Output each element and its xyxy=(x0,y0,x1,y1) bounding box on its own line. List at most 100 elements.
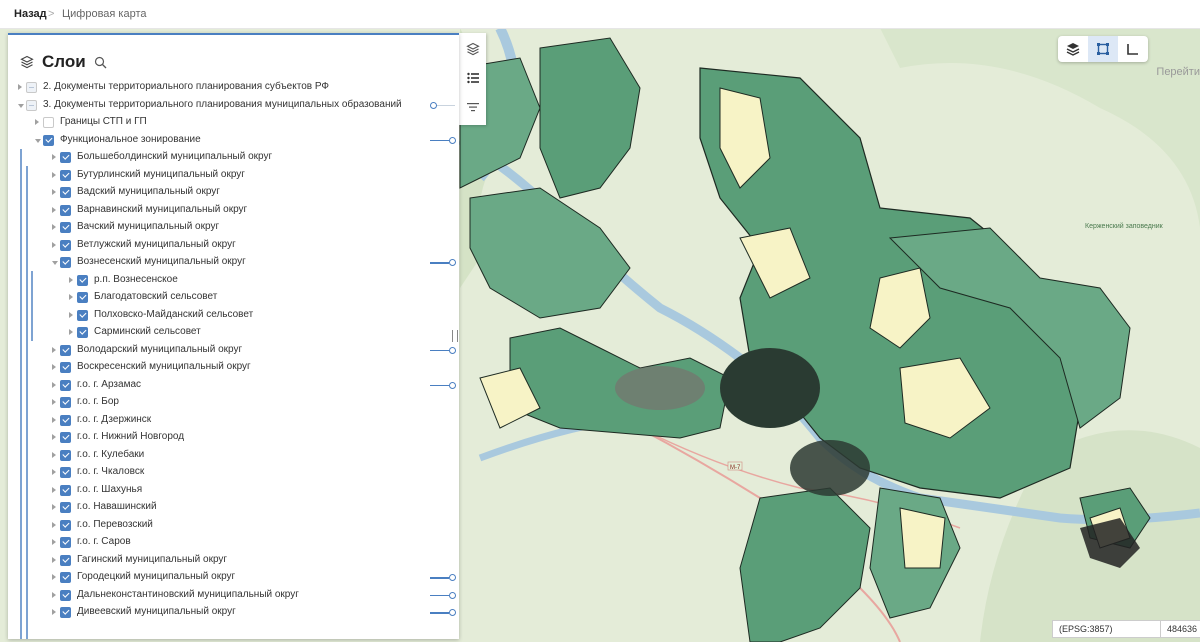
layer-checkbox[interactable] xyxy=(60,589,71,601)
layer-row[interactable]: Дивеевский муниципальный округ xyxy=(8,604,459,622)
opacity-slider[interactable] xyxy=(430,591,456,599)
expand-arrow-icon[interactable] xyxy=(52,399,56,405)
layer-row[interactable]: Городецкий муниципальный округ xyxy=(8,569,459,587)
expand-arrow-icon[interactable] xyxy=(18,84,22,90)
layer-search-button[interactable] xyxy=(94,56,107,69)
opacity-slider[interactable] xyxy=(430,101,456,109)
layer-checkbox[interactable] xyxy=(60,344,71,356)
layer-checkbox[interactable] xyxy=(43,117,54,128)
expand-arrow-icon[interactable] xyxy=(52,206,56,213)
layer-row[interactable]: Володарский муниципальный округ xyxy=(8,342,459,360)
layer-checkbox[interactable] xyxy=(77,292,88,303)
expand-arrow-icon[interactable] xyxy=(52,346,56,353)
layer-row[interactable]: г.о. г. Кулебаки xyxy=(8,447,459,465)
expand-arrow-icon[interactable] xyxy=(52,241,56,248)
slider-knob[interactable] xyxy=(449,591,456,599)
expand-arrow-icon[interactable] xyxy=(52,416,56,423)
layer-checkbox[interactable] xyxy=(77,309,88,321)
expand-arrow-icon[interactable] xyxy=(35,119,39,125)
collapse-arrow-icon[interactable] xyxy=(18,103,24,108)
layer-checkbox[interactable] xyxy=(60,187,71,198)
layer-checkbox[interactable] xyxy=(60,379,71,391)
layer-row[interactable]: г.о. г. Арзамас xyxy=(8,377,459,395)
layer-row[interactable]: Вадский муниципальный округ xyxy=(8,184,459,202)
expand-arrow-icon[interactable] xyxy=(52,364,56,370)
layer-checkbox[interactable] xyxy=(43,134,54,146)
layer-checkbox[interactable] xyxy=(60,502,71,513)
layer-row[interactable]: 3. Документы территориального планирован… xyxy=(8,97,459,115)
layer-checkbox[interactable] xyxy=(60,607,71,618)
layer-checkbox[interactable] xyxy=(60,239,71,251)
layer-checkbox[interactable] xyxy=(77,327,88,338)
layer-row[interactable]: г.о. Навашинский xyxy=(8,499,459,517)
layer-row[interactable]: Ветлужский муниципальный округ xyxy=(8,237,459,255)
layer-checkbox[interactable] xyxy=(60,432,71,443)
opacity-slider[interactable] xyxy=(430,136,456,144)
layer-checkbox[interactable] xyxy=(60,169,71,181)
layer-checkbox[interactable] xyxy=(60,397,71,408)
layer-row[interactable]: г.о. г. Дзержинск xyxy=(8,412,459,430)
slider-knob[interactable] xyxy=(449,381,456,389)
layer-row[interactable]: Большеболдинский муниципальный округ xyxy=(8,149,459,167)
expand-arrow-icon[interactable] xyxy=(69,276,73,283)
layer-row[interactable]: Полховско-Майданский сельсовет xyxy=(8,307,459,325)
slider-knob[interactable] xyxy=(449,259,456,266)
layer-row[interactable]: Вачский муниципальный округ xyxy=(8,219,459,237)
layer-row[interactable]: Благодатовский сельсовет xyxy=(8,289,459,307)
layer-checkbox[interactable] xyxy=(60,204,71,216)
map-goto-link[interactable]: Перейти xyxy=(1156,66,1200,78)
measure-button[interactable] xyxy=(1118,36,1148,62)
expand-arrow-icon[interactable] xyxy=(69,329,73,335)
expand-arrow-icon[interactable] xyxy=(52,556,56,563)
panel-resize-handle[interactable] xyxy=(452,330,458,342)
opacity-slider[interactable] xyxy=(430,574,456,581)
layer-row[interactable]: г.о. г. Чкаловск xyxy=(8,464,459,482)
layer-row[interactable]: г.о. Перевозский xyxy=(8,517,459,535)
collapse-arrow-icon[interactable] xyxy=(52,261,58,265)
layer-checkbox[interactable] xyxy=(60,537,71,548)
expand-arrow-icon[interactable] xyxy=(52,591,56,598)
layer-row[interactable]: Функциональное зонирование xyxy=(8,132,459,150)
layer-row[interactable]: Границы СТП и ГП xyxy=(8,114,459,132)
legend-tab-button[interactable] xyxy=(459,64,486,91)
layer-checkbox[interactable] xyxy=(60,467,71,478)
layer-checkbox[interactable] xyxy=(60,414,71,426)
expand-arrow-icon[interactable] xyxy=(52,451,56,458)
slider-knob[interactable] xyxy=(449,136,456,144)
layer-checkbox[interactable] xyxy=(60,484,71,496)
expand-arrow-icon[interactable] xyxy=(52,504,56,510)
layer-row[interactable]: Дальнеконстантиновский муниципальный окр… xyxy=(8,587,459,605)
expand-arrow-icon[interactable] xyxy=(69,311,73,318)
layer-row[interactable]: Гагинский муниципальный округ xyxy=(8,552,459,570)
opacity-slider[interactable] xyxy=(430,609,456,616)
layer-checkbox[interactable] xyxy=(60,257,71,268)
expand-arrow-icon[interactable] xyxy=(52,154,56,160)
opacity-slider[interactable] xyxy=(430,346,456,354)
expand-arrow-icon[interactable] xyxy=(52,189,56,195)
rectangle-select-button[interactable] xyxy=(1088,36,1118,62)
layer-row[interactable]: г.о. г. Бор xyxy=(8,394,459,412)
layer-checkbox[interactable] xyxy=(26,82,37,93)
layer-checkbox[interactable] xyxy=(60,362,71,373)
filter-tab-button[interactable] xyxy=(459,93,486,120)
slider-knob[interactable] xyxy=(449,346,456,354)
expand-arrow-icon[interactable] xyxy=(52,381,56,388)
expand-arrow-icon[interactable] xyxy=(52,224,56,230)
layer-row[interactable]: Сарминский сельсовет xyxy=(8,324,459,342)
collapse-arrow-icon[interactable] xyxy=(35,138,41,143)
layer-checkbox[interactable] xyxy=(77,274,88,286)
expand-arrow-icon[interactable] xyxy=(52,539,56,545)
layer-row[interactable]: г.о. г. Шахунья xyxy=(8,482,459,500)
expand-arrow-icon[interactable] xyxy=(52,171,56,178)
layer-checkbox[interactable] xyxy=(60,554,71,566)
layer-row[interactable]: г.о. г. Нижний Новгород xyxy=(8,429,459,447)
layer-checkbox[interactable] xyxy=(60,572,71,583)
back-link[interactable]: Назад xyxy=(14,8,47,20)
layer-row[interactable]: г.о. г. Саров xyxy=(8,534,459,552)
layer-checkbox[interactable] xyxy=(60,222,71,233)
layer-row[interactable]: Варнавинский муниципальный округ xyxy=(8,202,459,220)
expand-arrow-icon[interactable] xyxy=(52,574,56,580)
expand-arrow-icon[interactable] xyxy=(52,521,56,528)
layer-row[interactable]: Бутурлинский муниципальный округ xyxy=(8,167,459,185)
slider-knob[interactable] xyxy=(430,101,437,109)
